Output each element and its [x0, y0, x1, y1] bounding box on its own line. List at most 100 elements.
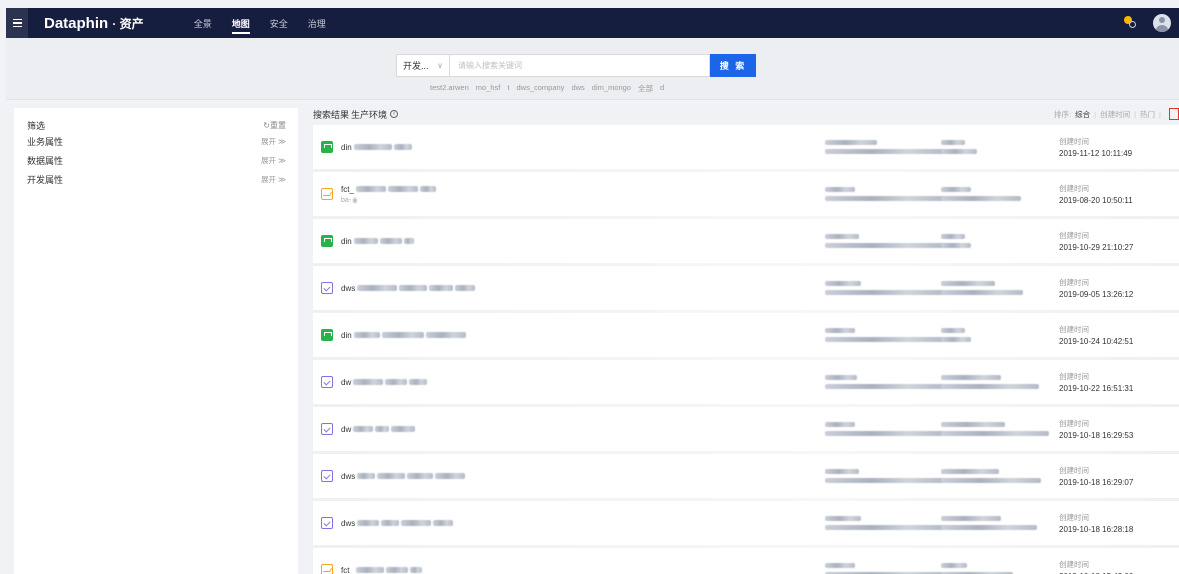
asset-name[interactable]: dw [341, 425, 841, 434]
created-time-col: 创建时间 2019-10-18 16:28:18 [1059, 512, 1133, 534]
redacted-text [419, 186, 436, 192]
double-chevron-down-icon: ≫ [278, 137, 286, 146]
sort-option-overall[interactable]: 综合 [1075, 109, 1090, 120]
created-time-col: 创建时间 2019-10-18 16:29:53 [1059, 418, 1133, 440]
redacted-text [409, 379, 428, 385]
top-right-tools [1121, 14, 1171, 32]
redacted-text [409, 567, 422, 573]
result-card[interactable]: dws 创建时间 2019-10-18 16:29:07 [313, 454, 1179, 501]
asset-name-prefix: din [341, 236, 352, 246]
double-chevron-down-icon: ≫ [278, 156, 286, 165]
asset-project-col [941, 375, 1039, 389]
app-logo[interactable]: Dataphin · 资产 [44, 15, 144, 32]
nav-tab-security[interactable]: 安全 [270, 8, 288, 38]
created-time-label: 创建时间 [1059, 560, 1089, 569]
sort-label: 排序: [1054, 109, 1072, 119]
asset-owner-col [825, 234, 943, 248]
asset-name[interactable]: din [341, 237, 841, 246]
result-card[interactable]: dws 创建时间 2019-09-05 13:26:12 [313, 266, 1179, 313]
asset-name[interactable]: dws [341, 284, 841, 293]
fact-table-icon [321, 188, 333, 200]
redacted-text [379, 238, 402, 244]
search-scope-select[interactable]: 开发... ∨ [396, 54, 450, 77]
asset-project-col [941, 516, 1037, 530]
asset-name[interactable]: fct_ [341, 185, 841, 194]
result-card[interactable]: dws 创建时间 2019-10-18 16:28:18 [313, 501, 1179, 548]
notification-icon[interactable] [1121, 16, 1137, 30]
result-card[interactable]: din 创建时间 2019-10-24 10:42:51 [313, 313, 1179, 360]
created-time-label: 创建时间 [1059, 231, 1089, 240]
fact-table-icon [321, 564, 333, 574]
result-card[interactable]: fct_ 创建时间 2019-10-18 15:43:00 [313, 548, 1179, 574]
expand-toggle[interactable]: 展开 ≫ [261, 174, 286, 185]
result-card[interactable]: fct_ ba- 创建时间 2019-08-20 10:50:11 [313, 172, 1179, 219]
expand-toggle[interactable]: 展开 ≫ [261, 155, 286, 166]
sort-option-created[interactable]: 创建时间 [1100, 109, 1130, 120]
asset-name[interactable]: din [341, 143, 841, 152]
asset-name[interactable]: dws [341, 472, 841, 481]
redacted-text [825, 187, 855, 192]
asset-name-block: dws [341, 472, 841, 481]
created-time-value: 2019-10-22 16:51:31 [1059, 384, 1134, 393]
asset-project-col [941, 140, 977, 154]
hot-tag[interactable]: mo_hsf [476, 83, 501, 94]
redacted-text [401, 520, 432, 526]
nav-tab-governance[interactable]: 治理 [308, 8, 326, 38]
hot-tag[interactable]: d [660, 83, 664, 94]
results-header: 搜索结果 生产环境 i 排序: 综合 | 创建时间 | 热门 | [313, 107, 1179, 121]
redacted-text [353, 379, 384, 385]
user-avatar[interactable] [1153, 14, 1171, 32]
result-card[interactable]: din 创建时间 2019-10-29 21:10:27 [313, 219, 1179, 266]
hot-tag[interactable]: dws [571, 83, 584, 94]
result-card[interactable]: dw 创建时间 2019-10-22 16:51:31 [313, 360, 1179, 407]
redacted-text [385, 379, 408, 385]
sort-option-hot[interactable]: 热门 [1140, 109, 1155, 120]
redacted-text [387, 186, 418, 192]
asset-name-prefix: dws [341, 283, 356, 293]
created-time-value: 2019-10-18 16:29:07 [1059, 478, 1134, 487]
asset-project-col [941, 234, 971, 248]
redacted-text [941, 187, 971, 192]
redacted-text [941, 196, 1021, 201]
created-time-col: 创建时间 2019-09-05 13:26:12 [1059, 277, 1133, 299]
redacted-text [941, 525, 1037, 530]
settings-icon[interactable] [1169, 108, 1179, 120]
hot-tag[interactable]: test2.arwen [430, 83, 469, 94]
asset-name[interactable]: fct_ [341, 566, 841, 574]
top-navbar: Dataphin · 资产 全景 地图 安全 治理 [6, 8, 1179, 38]
search-button[interactable]: 搜 索 [710, 54, 756, 77]
reset-button[interactable]: ↻重置 [263, 120, 286, 131]
hot-tag[interactable]: dws_company [516, 83, 564, 94]
search-input[interactable] [450, 54, 710, 77]
info-icon[interactable]: i [390, 110, 399, 118]
double-chevron-down-icon: ≫ [278, 175, 286, 184]
expand-toggle[interactable]: 展开 ≫ [261, 136, 286, 147]
asset-name-prefix: fct_ [341, 184, 354, 194]
result-card[interactable]: dw 创建时间 2019-10-18 16:29:53 [313, 407, 1179, 454]
asset-project-col [941, 422, 1049, 436]
asset-name-prefix: dws [341, 518, 356, 528]
created-time-label: 创建时间 [1059, 137, 1089, 146]
results-list: din 创建时间 2019-11-12 10:11:49 fct_ ba- 创建… [313, 125, 1179, 574]
result-card[interactable]: din 创建时间 2019-11-12 10:11:49 [313, 125, 1179, 172]
hot-tag[interactable]: 全部 [638, 83, 653, 94]
nav-tab-map[interactable]: 地图 [231, 8, 250, 38]
filter-sidebar: 筛选 ↻重置 业务属性 展开 ≫ 数据属性 展开 ≫ 开发属性 展开 ≫ [14, 108, 298, 574]
asset-name[interactable]: din [341, 331, 841, 340]
redacted-text [825, 290, 943, 295]
created-time-col: 创建时间 2019-10-18 16:29:07 [1059, 465, 1133, 487]
summary-table-icon [321, 376, 333, 388]
nav-tab-overview[interactable]: 全景 [194, 8, 212, 38]
hot-tag[interactable]: dim_mongo [592, 83, 631, 94]
asset-name[interactable]: dw [341, 378, 841, 387]
asset-name-block: dw [341, 425, 841, 434]
hot-tag[interactable]: t [507, 83, 509, 94]
hamburger-menu-icon[interactable] [6, 8, 28, 38]
created-time-col: 创建时间 2019-10-24 10:42:51 [1059, 324, 1133, 346]
hot-search-tags: test2.arwen mo_hsf t dws_company dws dim… [430, 83, 664, 94]
redacted-text [357, 285, 398, 291]
redacted-text [825, 337, 943, 342]
asset-name-prefix: dws [341, 471, 356, 481]
redacted-text [825, 478, 943, 483]
asset-name[interactable]: dws [341, 519, 841, 528]
